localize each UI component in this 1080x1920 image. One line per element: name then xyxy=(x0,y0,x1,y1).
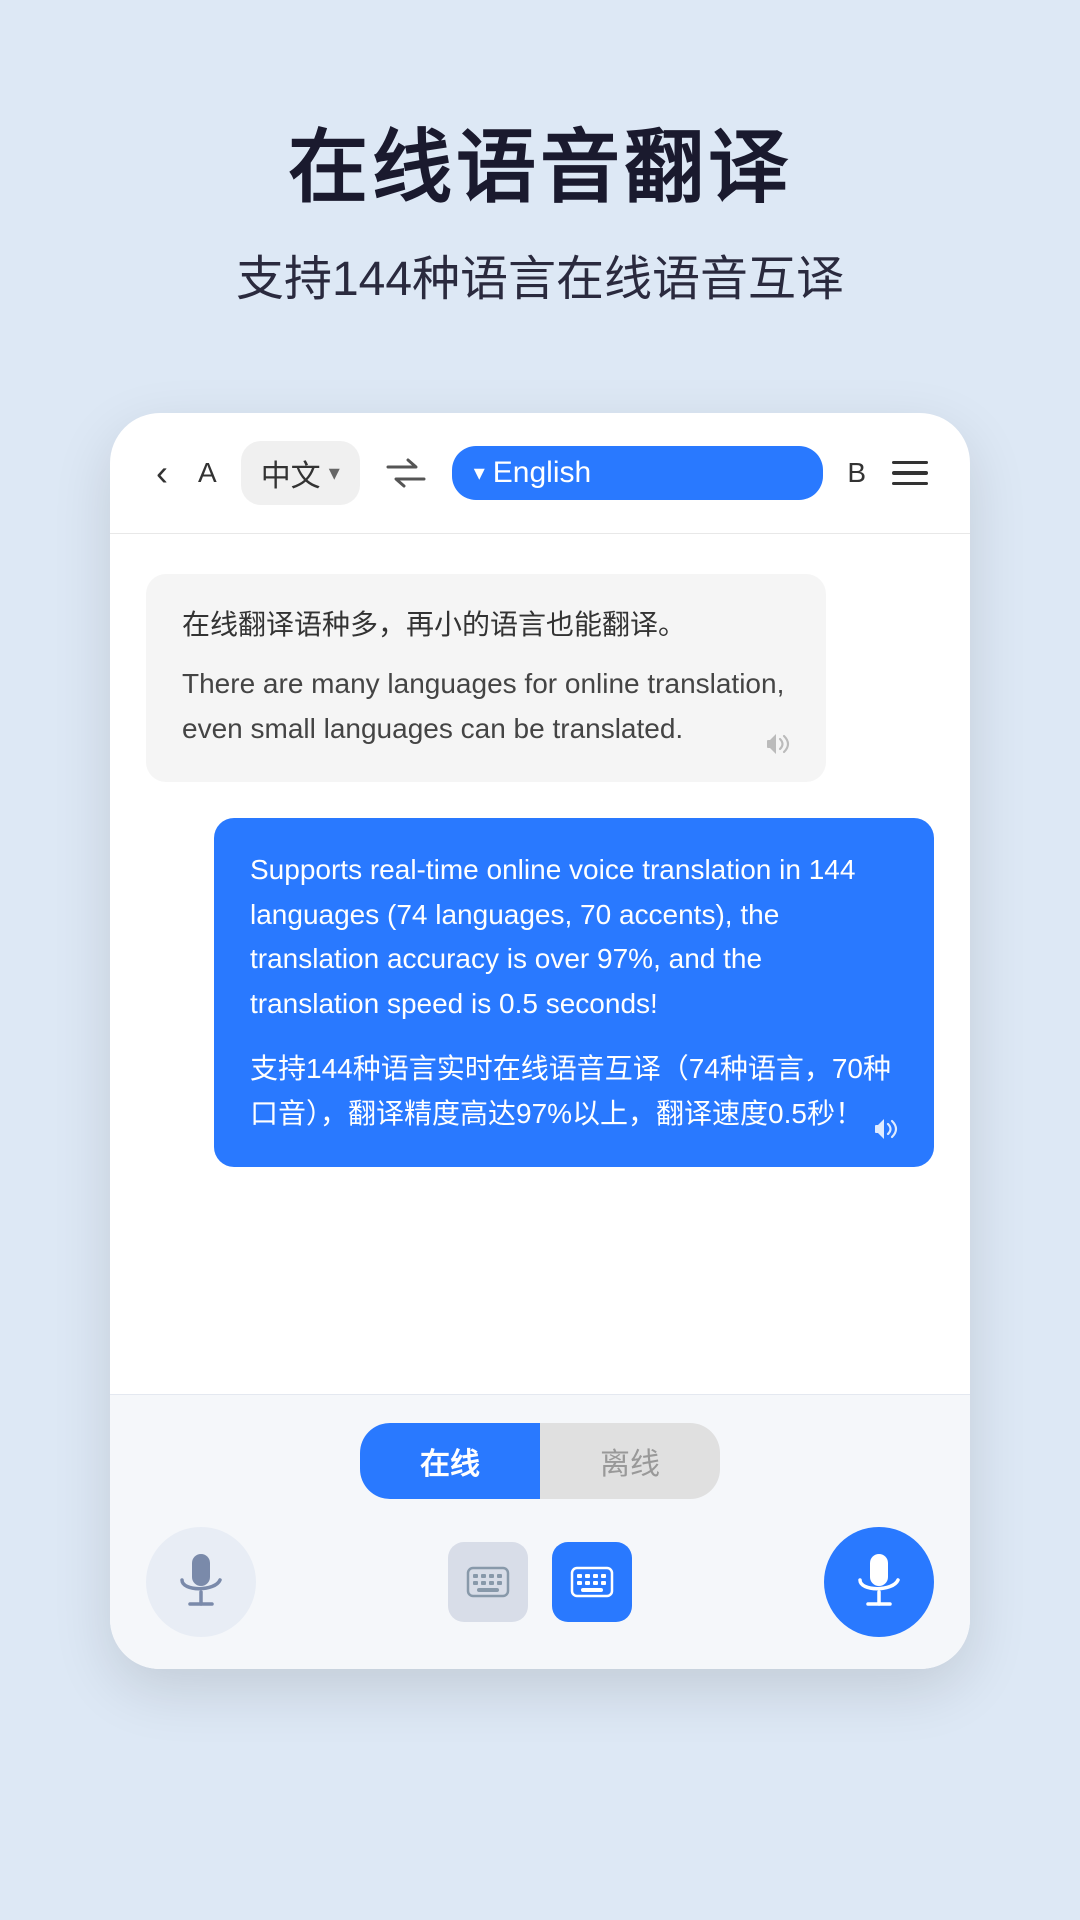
sub-title: 支持144种语言在线语音互译 xyxy=(60,246,1020,313)
right-text-chinese: 支持144种语言实时在线语音互译（74种语言，70种口音），翻译精度高达97%以… xyxy=(250,1047,898,1137)
right-speaker-icon[interactable] xyxy=(874,1115,906,1143)
source-lang-selector[interactable]: 中文 ▾ xyxy=(241,441,360,505)
right-translation-bubble: Supports real-time online voice translat… xyxy=(214,818,934,1167)
bottom-actions xyxy=(146,1527,934,1637)
phone-card: ‹ A 中文 ▾ ▾ English B 在线翻译语种多，再小的语言也能翻译。 … xyxy=(110,413,970,1669)
swap-icon xyxy=(384,458,428,488)
keyboard-grey-button[interactable] xyxy=(448,1542,528,1622)
online-mode-button[interactable]: 在线 xyxy=(360,1423,540,1499)
mic-icon-right xyxy=(854,1552,904,1612)
right-text-english: Supports real-time online voice translat… xyxy=(250,848,898,1027)
offline-mode-button[interactable]: 离线 xyxy=(540,1423,720,1499)
source-text: 在线翻译语种多，再小的语言也能翻译。 xyxy=(182,604,790,646)
header-section: 在线语音翻译 支持144种语言在线语音互译 xyxy=(0,0,1080,373)
lang-a-label: A xyxy=(198,457,217,489)
swap-languages-button[interactable] xyxy=(380,447,432,499)
bottom-bar: 在线 离线 xyxy=(110,1394,970,1669)
main-title: 在线语音翻译 xyxy=(60,120,1020,216)
keyboard-area xyxy=(448,1542,632,1622)
keyboard-icon-blue xyxy=(570,1566,614,1598)
menu-line-3 xyxy=(892,482,928,486)
mic-icon-left xyxy=(176,1552,226,1612)
target-lang-text: English xyxy=(493,456,591,490)
keyboard-blue-button[interactable] xyxy=(552,1542,632,1622)
chat-area: 在线翻译语种多，再小的语言也能翻译。 There are many langua… xyxy=(110,534,970,1394)
back-button[interactable]: ‹ xyxy=(146,448,178,498)
chevron-down-icon: ▾ xyxy=(329,460,340,486)
mode-toggle-row: 在线 离线 xyxy=(146,1423,934,1499)
menu-line-1 xyxy=(892,461,928,465)
nav-bar: ‹ A 中文 ▾ ▾ English B xyxy=(110,413,970,534)
right-mic-button[interactable] xyxy=(824,1527,934,1637)
speaker-icon[interactable] xyxy=(766,730,798,758)
left-mic-button[interactable] xyxy=(146,1527,256,1637)
left-translation-bubble: 在线翻译语种多，再小的语言也能翻译。 There are many langua… xyxy=(146,574,826,782)
lang-b-label: B xyxy=(847,457,866,489)
source-lang-text: 中文 xyxy=(261,451,321,495)
translated-text: There are many languages for online tran… xyxy=(182,662,790,752)
menu-line-2 xyxy=(892,471,928,475)
menu-button[interactable] xyxy=(886,455,934,492)
keyboard-icon-grey xyxy=(466,1566,510,1598)
target-lang-selector[interactable]: ▾ English xyxy=(452,446,824,500)
